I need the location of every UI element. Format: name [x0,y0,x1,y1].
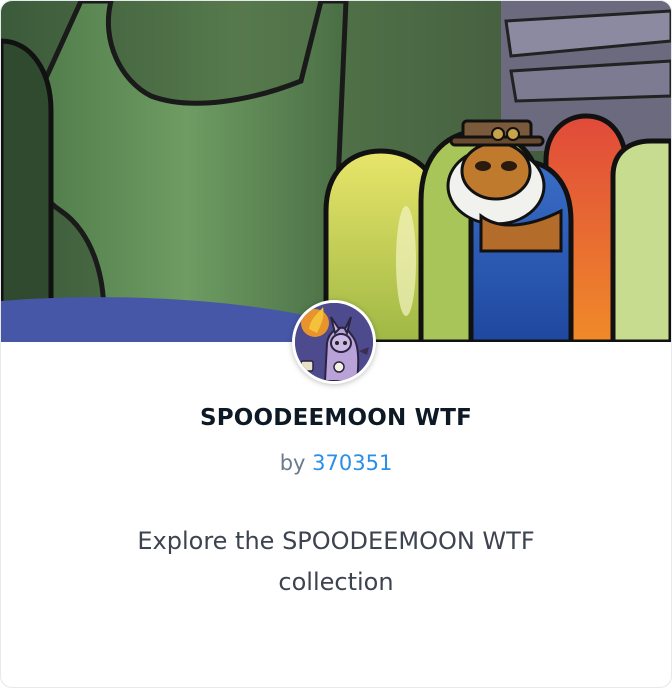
collection-title: SPOODEEMOON WTF [199,405,473,431]
collection-byline: by 370351 [1,451,671,475]
collection-banner-image[interactable] [1,1,671,342]
byline-prefix: by [279,451,306,475]
collection-avatar[interactable] [292,300,376,384]
collection-card[interactable]: SPOODEEMOON WTF by 370351 Explore the SP… [0,0,672,688]
creator-link[interactable]: 370351 [312,451,392,475]
collection-description: Explore the SPOODEEMOON WTF collection [137,527,535,596]
